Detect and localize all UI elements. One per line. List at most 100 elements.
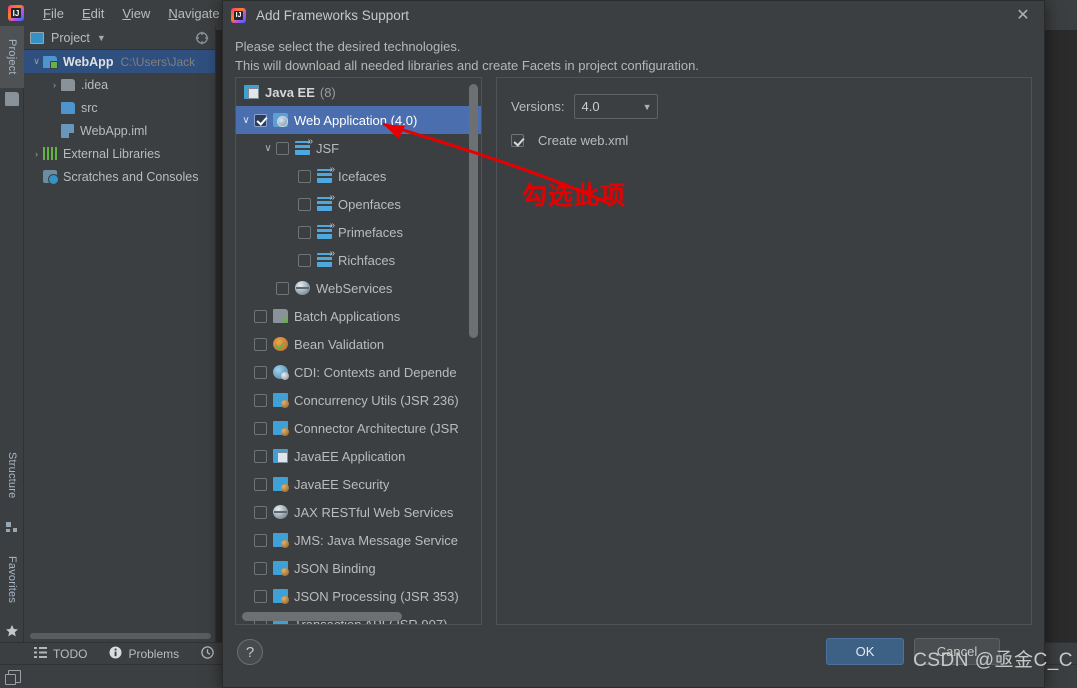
- dialog-title-bar: IJ Add Frameworks Support ✕: [223, 1, 1044, 29]
- add-frameworks-support-dialog: IJ Add Frameworks Support ✕ Please selec…: [222, 0, 1045, 688]
- jsf-icon: [317, 220, 335, 239]
- menu-item-file[interactable]: File: [34, 3, 73, 24]
- versions-dropdown[interactable]: 4.0 ▼: [574, 94, 659, 119]
- chevron-down-icon[interactable]: ▼: [97, 33, 106, 43]
- framework-label: Richfaces: [338, 252, 396, 268]
- frameworks-vertical-scrollbar[interactable]: [469, 84, 478, 338]
- project-tree-row[interactable]: ∨ WebApp C:\Users\Jack: [24, 50, 215, 73]
- javaee-group-icon: [244, 85, 259, 99]
- disclosure-arrow-icon[interactable]: ∨: [30, 56, 43, 67]
- frameworks-tree-row[interactable]: Primefaces: [236, 218, 481, 246]
- disclosure-arrow-icon[interactable]: ›: [30, 149, 43, 159]
- project-tree-row-label: Scratches and Consoles: [63, 169, 199, 184]
- disclosure-arrow-icon[interactable]: ›: [48, 80, 61, 90]
- help-button[interactable]: ?: [237, 639, 263, 665]
- frameworks-tree-row[interactable]: JAX RESTful Web Services: [236, 498, 481, 526]
- create-webxml-row[interactable]: Create web.xml: [511, 133, 1017, 148]
- tool-windows-icon[interactable]: [5, 670, 21, 685]
- jar-icon: [273, 393, 289, 408]
- framework-checkbox[interactable]: [254, 309, 267, 323]
- frameworks-tree-row[interactable]: JSON Binding: [236, 554, 481, 582]
- frameworks-tree-row[interactable]: Openfaces: [236, 190, 481, 218]
- dialog-body: Java EE(8) ∨ Web Application (4.0) ∨ JSF Icef…: [235, 77, 1032, 625]
- menu-item-edit[interactable]: Edit: [73, 3, 113, 24]
- frameworks-tree-row[interactable]: JavaEE Security: [236, 470, 481, 498]
- framework-label: JavaEE Application: [294, 448, 406, 464]
- source-folder-icon: [61, 101, 75, 114]
- frameworks-tree[interactable]: Java EE(8) ∨ Web Application (4.0) ∨ JSF Icef…: [236, 78, 481, 624]
- project-tree-row-label: src: [81, 100, 98, 115]
- frameworks-horizontal-scrollbar[interactable]: [242, 612, 402, 621]
- project-tree-row[interactable]: › External Libraries: [24, 142, 215, 165]
- framework-checkbox[interactable]: [298, 169, 311, 183]
- framework-checkbox[interactable]: [254, 449, 267, 463]
- project-panel-header: Project ▼: [24, 26, 215, 50]
- frameworks-tree-row[interactable]: Batch Applications: [236, 302, 481, 330]
- bottom-button-todo[interactable]: TODO: [34, 646, 87, 662]
- menu-item-view[interactable]: View: [113, 3, 159, 24]
- project-tree-row[interactable]: › .idea: [24, 73, 215, 96]
- intellij-dialog-logo-icon: IJ: [231, 7, 246, 23]
- framework-checkbox[interactable]: [298, 225, 311, 239]
- frameworks-group-header[interactable]: Java EE (8): [236, 78, 481, 106]
- framework-checkbox[interactable]: [254, 505, 267, 519]
- dialog-title: Add Frameworks Support: [256, 7, 410, 23]
- bean-validation-icon: [273, 337, 288, 351]
- bottom-button-extra[interactable]: [201, 645, 214, 662]
- bottom-button-problems-label: Problems: [128, 646, 180, 661]
- project-horizontal-scrollbar[interactable]: [30, 633, 211, 639]
- frameworks-tree-row[interactable]: Connector Architecture (JSR: [236, 414, 481, 442]
- jsf-icon: [317, 164, 335, 183]
- framework-checkbox[interactable]: [254, 337, 267, 351]
- create-webxml-label: Create web.xml: [538, 133, 629, 148]
- globe-icon: [295, 281, 310, 295]
- jar-icon: [273, 533, 289, 548]
- stripe-button-favorites[interactable]: Favorites: [0, 540, 24, 620]
- framework-label: Connector Architecture (JSR: [294, 420, 459, 436]
- menu-item-navigate[interactable]: Navigate: [159, 3, 228, 24]
- frameworks-tree-row[interactable]: WebServices: [236, 274, 481, 302]
- create-webxml-checkbox[interactable]: [511, 134, 524, 147]
- project-tree-row[interactable]: WebApp.iml: [24, 119, 215, 142]
- project-tree-row[interactable]: src: [24, 96, 215, 119]
- ok-button[interactable]: OK: [826, 638, 904, 665]
- iml-file-icon: [61, 123, 74, 138]
- framework-checkbox[interactable]: [254, 393, 267, 407]
- frameworks-tree-row[interactable]: Richfaces: [236, 246, 481, 274]
- framework-checkbox[interactable]: [254, 421, 267, 435]
- framework-checkbox[interactable]: [254, 533, 267, 547]
- framework-checkbox[interactable]: [298, 197, 311, 211]
- project-tree-row-label: External Libraries: [63, 146, 161, 161]
- stripe-button-project[interactable]: Project: [0, 26, 24, 88]
- framework-checkbox[interactable]: [276, 281, 289, 295]
- framework-checkbox[interactable]: [298, 253, 311, 267]
- frameworks-tree-row[interactable]: Bean Validation: [236, 330, 481, 358]
- target-icon[interactable]: [195, 31, 209, 45]
- bottom-button-problems[interactable]: Problems: [109, 646, 179, 662]
- disclosure-arrow-icon[interactable]: ∨: [260, 143, 276, 154]
- frameworks-tree-row[interactable]: Icefaces: [236, 162, 481, 190]
- frameworks-tree-row[interactable]: CDI: Contexts and Depende: [236, 358, 481, 386]
- problems-icon: [109, 646, 122, 662]
- framework-label: Primefaces: [338, 224, 404, 240]
- frameworks-list-panel: Java EE(8) ∨ Web Application (4.0) ∨ JSF Icef…: [235, 77, 482, 625]
- disclosure-arrow-icon[interactable]: ∨: [238, 115, 254, 126]
- stripe-button-structure[interactable]: Structure: [0, 436, 24, 514]
- framework-checkbox[interactable]: [276, 141, 289, 155]
- versions-dropdown-value: 4.0: [581, 99, 600, 114]
- framework-checkbox[interactable]: [254, 365, 267, 379]
- framework-checkbox[interactable]: [254, 589, 267, 603]
- framework-checkbox[interactable]: [254, 477, 267, 491]
- frameworks-tree-row[interactable]: ∨ JSF: [236, 134, 481, 162]
- frameworks-tree-row[interactable]: Concurrency Utils (JSR 236): [236, 386, 481, 414]
- close-icon[interactable]: ✕: [1008, 3, 1038, 27]
- project-tree[interactable]: ∨ WebApp C:\Users\Jack › .idea src WebApp.iml ›…: [24, 50, 215, 188]
- framework-checkbox[interactable]: [254, 561, 267, 575]
- framework-label: JSF: [316, 140, 340, 156]
- framework-checkbox[interactable]: [254, 113, 267, 127]
- project-tree-row[interactable]: Scratches and Consoles: [24, 165, 215, 188]
- frameworks-tree-row[interactable]: JavaEE Application: [236, 442, 481, 470]
- frameworks-tree-row[interactable]: JSON Processing (JSR 353): [236, 582, 481, 610]
- frameworks-tree-row[interactable]: JMS: Java Message Service: [236, 526, 481, 554]
- frameworks-tree-row[interactable]: ∨ Web Application (4.0): [236, 106, 481, 134]
